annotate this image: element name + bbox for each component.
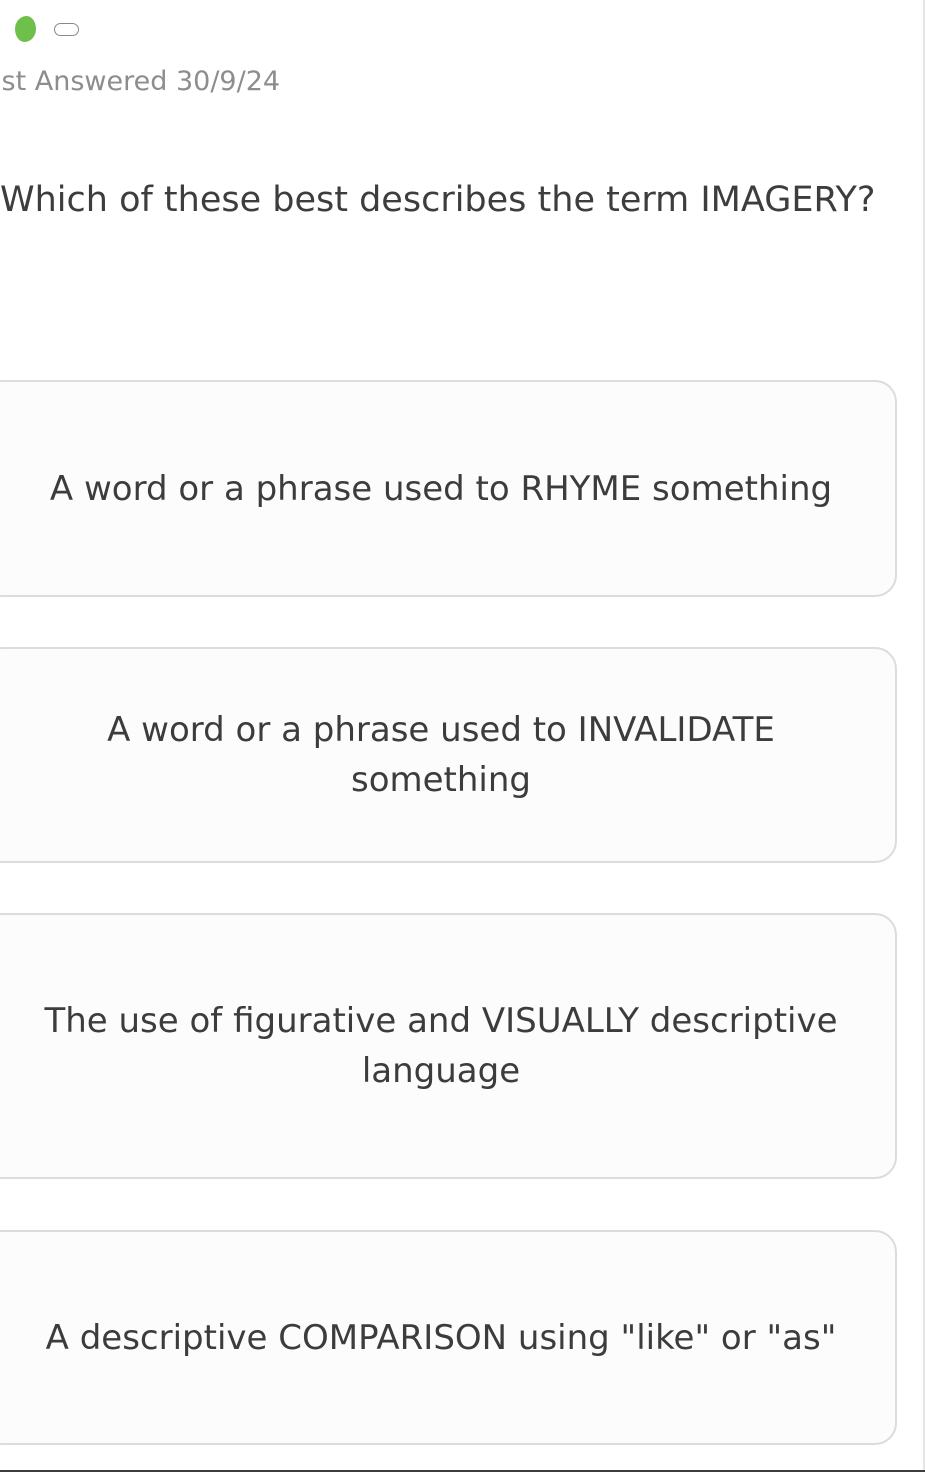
answer-option-label: The use of figurative and VISUALLY descr… bbox=[44, 1001, 838, 1091]
answer-option-label: A descriptive COMPARISON using "like" or… bbox=[45, 1317, 837, 1358]
answer-option-label: A word or a phrase used to INVALIDATE so… bbox=[107, 710, 775, 800]
answer-option-2[interactable]: A word or a phrase used to INVALIDATE so… bbox=[0, 647, 897, 863]
quiz-page: ast Answered 30/9/24 Which of these best… bbox=[0, 0, 925, 1472]
answer-option-label: A word or a phrase used to RHYME somethi… bbox=[49, 468, 833, 509]
green-leaf-icon bbox=[15, 16, 36, 42]
answer-option-3[interactable]: The use of figurative and VISUALLY descr… bbox=[0, 913, 897, 1179]
empty-pill-icon bbox=[54, 22, 79, 36]
last-answered-date: ast Answered 30/9/24 bbox=[0, 66, 281, 97]
answer-option-1[interactable]: A word or a phrase used to RHYME somethi… bbox=[0, 380, 897, 597]
progress-indicator bbox=[0, 12, 79, 46]
answer-option-4[interactable]: A descriptive COMPARISON using "like" or… bbox=[0, 1230, 897, 1445]
question-text: Which of these best describes the term I… bbox=[0, 180, 876, 220]
